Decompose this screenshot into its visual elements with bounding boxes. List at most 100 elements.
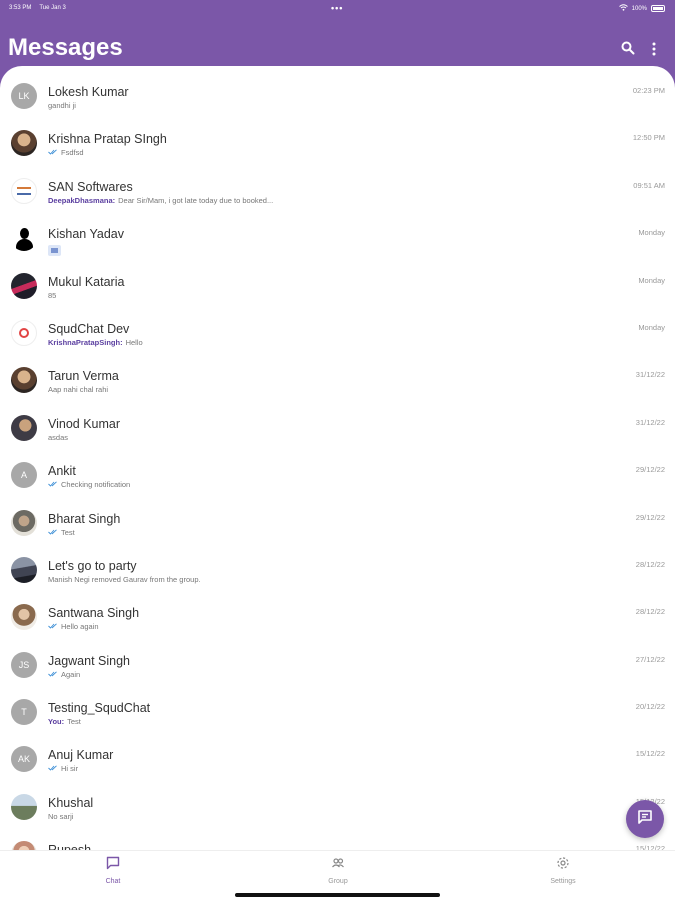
tab-chat[interactable]: Chat: [83, 856, 143, 885]
chat-list-item[interactable]: Mukul Kataria 85 Monday: [0, 262, 675, 309]
double-check-icon: [48, 528, 58, 537]
avatar: A: [11, 462, 37, 489]
app-header: Messages: [0, 28, 675, 68]
tab-group[interactable]: Group: [308, 856, 368, 885]
message-text: asdas: [48, 432, 69, 442]
avatar: [11, 556, 37, 583]
chat-name: Santwana Singh: [48, 606, 140, 621]
gear-icon: [556, 857, 570, 874]
message-text: Test: [61, 527, 75, 537]
chat-preview: Aap nahi chal rahi: [48, 385, 108, 394]
multitasking-dots[interactable]: •••: [331, 3, 343, 13]
avatar: [11, 367, 37, 394]
message-text: Checking notification: [61, 480, 131, 490]
chat-preview: [48, 243, 61, 257]
chat-name: Anuj Kumar: [48, 748, 114, 763]
tab-chat-label: Chat: [105, 878, 121, 885]
more-vertical-icon[interactable]: [650, 41, 658, 57]
chat-preview: Hello again: [48, 622, 99, 631]
chat-preview: Test: [48, 528, 75, 537]
message-text: No sarji: [48, 811, 74, 821]
chat-timestamp: Monday: [638, 228, 665, 238]
image-icon: [48, 245, 61, 257]
chat-list-item[interactable]: LK Lokesh Kumar gandhi ji 02:23 PM: [0, 72, 675, 119]
chat-list-item[interactable]: Krishna Pratap SIngh Fsdfsd 12:50 PM: [0, 119, 675, 166]
chat-list-item[interactable]: T Testing_SqudChat You: Test 20/12/22: [0, 688, 675, 735]
avatar: [11, 225, 37, 252]
avatar: [11, 130, 37, 157]
chat-list-item[interactable]: Bharat Singh Test 29/12/22: [0, 499, 675, 546]
double-check-icon: [48, 622, 58, 631]
chat-name: Jagwant Singh: [48, 653, 131, 668]
chat-list-item[interactable]: SAN Softwares DeepakDhasmana: Dear Sir/Mam…: [0, 167, 675, 214]
chat-name: Let's go to party: [48, 558, 137, 573]
chat-list-item[interactable]: KhushalNo sarji15/12/22: [0, 783, 675, 830]
chat-list-item[interactable]: Vinod Kumar asdas 31/12/22: [0, 404, 675, 451]
chat-preview: KrishnaPratapSingh: Hello: [48, 338, 143, 347]
chat-name: Bharat Singh: [48, 511, 121, 526]
double-check-icon: [48, 148, 58, 157]
message-text: Hi sir: [61, 764, 79, 774]
new-message-button[interactable]: [626, 800, 664, 838]
status-bar: 3:53 PM Tue Jan 3 ••• 100%: [0, 0, 675, 18]
chat-list-item[interactable]: AK Anuj Kumar Hi sir 15/12/22: [0, 735, 675, 782]
chat-timestamp: 29/12/22: [635, 512, 665, 522]
chat-list-item[interactable]: SqudChat Dev KrishnaPratapSingh: Hello Mond…: [0, 309, 675, 356]
chat-list-item[interactable]: JS Jagwant Singh Again 27/12/22: [0, 641, 675, 688]
avatar: [11, 319, 37, 346]
message-text: Dear Sir/Mam, i got late today due to bo…: [118, 195, 274, 205]
tab-settings[interactable]: Settings: [533, 856, 593, 885]
message-text: Fsdfsd: [61, 148, 84, 158]
avatar: LK: [11, 83, 37, 109]
avatar: [11, 177, 37, 204]
chat-preview: Fsdfsd: [48, 148, 84, 157]
chat-timestamp: 15/12/22: [635, 749, 665, 759]
chat-timestamp: 12:50 PM: [632, 133, 665, 143]
chat-timestamp: 28/12/22: [635, 559, 665, 569]
message-text: Hello again: [61, 622, 99, 632]
double-check-icon: [48, 480, 58, 489]
tab-group-label: Group: [328, 878, 348, 885]
chat-name: Khushal: [48, 795, 94, 810]
avatar: [11, 793, 37, 820]
chat-preview: Again: [48, 670, 80, 679]
message-text: Manish Negi removed Gaurav from the grou…: [48, 574, 201, 584]
chat-list-item[interactable]: Santwana Singh Hello again 28/12/22: [0, 593, 675, 640]
chat-name: Vinod Kumar: [48, 416, 121, 431]
group-icon: [331, 857, 345, 874]
chat-preview: DeepakDhasmana: Dear Sir/Mam, i got late …: [48, 196, 273, 205]
chat-timestamp: 20/12/22: [635, 702, 665, 712]
message-sender: DeepakDhasmana:: [48, 195, 116, 205]
chat-list-item[interactable]: A Ankit Checking notification 29/12/22: [0, 451, 675, 498]
chat-list-item[interactable]: Let's go to party Manish Negi removed Gau…: [0, 546, 675, 593]
wifi-icon: [618, 4, 628, 13]
chat-list-item[interactable]: Kishan Yadav Monday: [0, 214, 675, 261]
chat-timestamp: 31/12/22: [635, 417, 665, 427]
chat-timestamp: 29/12/22: [635, 465, 665, 475]
chat-list: LK Lokesh Kumar gandhi ji 02:23 PM Krishna P…: [0, 72, 675, 878]
chat-preview: Hi sir: [48, 764, 78, 773]
chat-list-item[interactable]: Tarun Verma Aap nahi chal rahi 31/12/22: [0, 356, 675, 403]
chat-name: Mukul Kataria: [48, 274, 125, 289]
chat-list-panel: LK Lokesh Kumar gandhi ji 02:23 PM Krishna P…: [0, 66, 675, 900]
chat-preview: gandhi ji: [48, 101, 76, 110]
chat-preview: You: Test: [48, 717, 81, 726]
message-text: Test: [67, 717, 81, 727]
avatar: AK: [11, 746, 37, 773]
chat-name: SAN Softwares: [48, 179, 133, 194]
message-text: Aap nahi chal rahi: [48, 385, 109, 395]
chat-timestamp: 09:51 AM: [633, 180, 665, 190]
chat-preview: Checking notification: [48, 480, 130, 489]
page-title: Messages: [8, 34, 123, 61]
chat-preview: asdas: [48, 433, 68, 442]
chat-name: Krishna Pratap SIngh: [48, 132, 167, 147]
chat-name: Tarun Verma: [48, 369, 119, 384]
chat-preview: Manish Negi removed Gaurav from the grou…: [48, 575, 201, 584]
chat-name: Ankit: [48, 464, 76, 479]
avatar: [11, 604, 37, 631]
chat-preview: No sarji: [48, 812, 73, 821]
chat-name: Lokesh Kumar: [48, 85, 129, 99]
search-icon[interactable]: [621, 41, 635, 55]
double-check-icon: [48, 764, 58, 773]
chat-timestamp: 02:23 PM: [632, 86, 665, 95]
